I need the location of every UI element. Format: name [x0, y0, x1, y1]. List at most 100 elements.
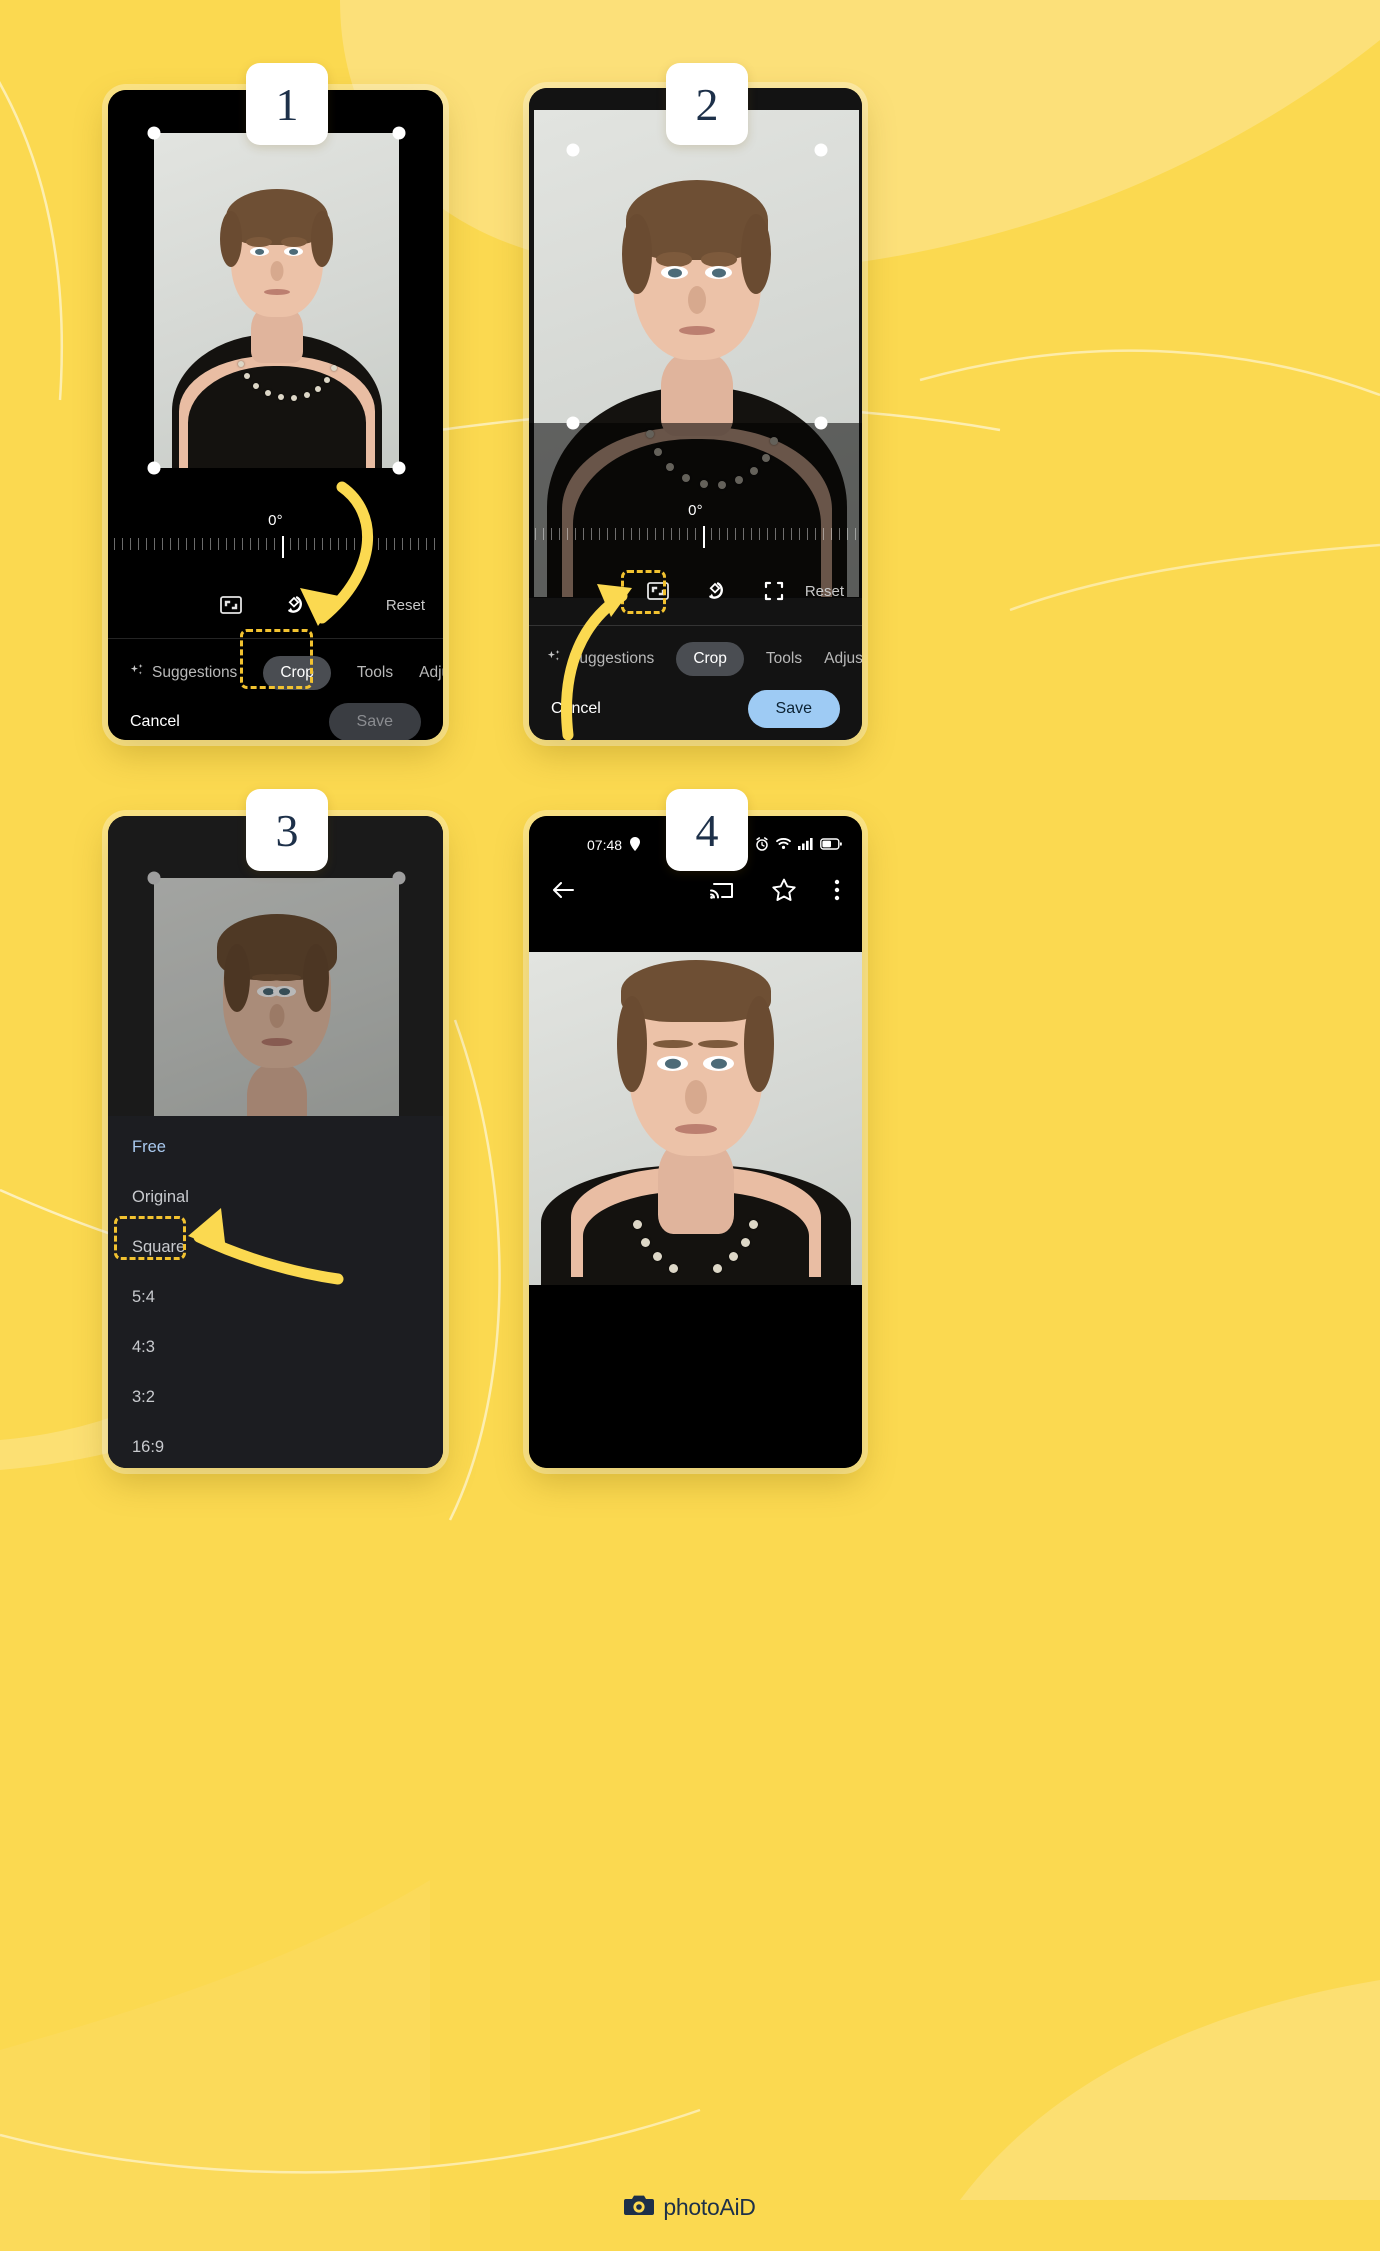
nose [684, 1080, 707, 1114]
necklace-bead [304, 392, 310, 398]
status-time: 07:48 [587, 837, 623, 853]
cast-icon[interactable] [710, 880, 734, 905]
rotation-dial-1[interactable]: 0° [108, 508, 443, 580]
tab-tools[interactable]: Tools [357, 664, 393, 682]
editor-actions-1: Cancel Save [108, 700, 443, 740]
battery-icon [820, 837, 842, 853]
reset-button-2[interactable]: Reset [805, 583, 844, 600]
eyebrow-right [698, 1040, 738, 1048]
expand-corners-icon[interactable] [759, 576, 789, 606]
footer-brand: photoAiD [0, 2185, 1380, 2229]
eyebrow-right [281, 237, 307, 248]
save-button-1[interactable]: Save [328, 703, 421, 740]
necklace-bead [669, 1264, 678, 1273]
necklace-bead [265, 390, 271, 396]
tab-tools[interactable]: Tools [766, 650, 802, 668]
viewer-toolbar-4 [529, 870, 862, 914]
ratio-option-5-4[interactable]: 5:4 [132, 1288, 155, 1307]
portrait-photo-1 [154, 133, 399, 468]
necklace-bead [633, 1220, 642, 1229]
highlight-ratio-square [114, 1216, 186, 1260]
eye-left [250, 247, 269, 256]
brand-name: photoAiD [663, 2193, 756, 2220]
reset-button-1[interactable]: Reset [386, 597, 425, 614]
wifi-icon [776, 837, 791, 853]
ratio-option-16-9[interactable]: 16:9 [132, 1438, 164, 1457]
eye-left [657, 1056, 688, 1071]
phone-panel-4: 07:48 [529, 816, 862, 1468]
ratio-option-original[interactable]: Original [132, 1188, 189, 1207]
hair-left [617, 996, 647, 1092]
step-badge-1: 1 [246, 63, 328, 145]
save-button-2[interactable]: Save [747, 690, 840, 728]
neck [246, 1064, 307, 1116]
rotation-value-1: 0° [268, 512, 283, 529]
hair-right [303, 944, 329, 1012]
alarm-icon [755, 836, 769, 854]
mouth [261, 1038, 292, 1046]
tab-adjust[interactable]: Adjust [824, 650, 862, 668]
mouth [674, 1124, 717, 1134]
ratio-option-4-3[interactable]: 4:3 [132, 1338, 155, 1357]
eye-right [705, 266, 732, 279]
necklace-bead [324, 377, 330, 383]
eyebrow-left [246, 237, 272, 248]
rotation-dial-2[interactable]: 0° [529, 498, 862, 570]
necklace-bead [653, 1252, 662, 1261]
aspect-ratio-icon[interactable] [216, 590, 246, 620]
tab-suggestions[interactable]: Suggestions [547, 649, 654, 669]
overflow-menu-icon[interactable] [834, 879, 840, 906]
rotate-icon[interactable] [280, 590, 310, 620]
signal-icon [798, 837, 813, 853]
ratio-option-free[interactable]: Free [132, 1138, 166, 1157]
necklace-bead [253, 383, 259, 389]
cancel-button-1[interactable]: Cancel [130, 713, 180, 731]
necklace-bead [713, 1264, 722, 1273]
hair-left [224, 944, 250, 1012]
highlight-crop-tab-1 [240, 629, 313, 689]
tab-crop[interactable]: Crop [676, 642, 744, 676]
step-badge-2: 2 [666, 63, 748, 145]
nose [269, 1004, 284, 1028]
mouth [263, 289, 290, 295]
necklace-bead [291, 395, 297, 401]
crop-tools-row-2: Reset [529, 573, 862, 609]
hair-right [744, 996, 774, 1092]
portrait-photo-3 [154, 878, 399, 1116]
result-photo-4 [529, 952, 862, 1285]
tab-label: Suggestions [569, 650, 655, 667]
rotation-ruler-2[interactable] [529, 526, 862, 548]
hair-left [622, 214, 652, 294]
necklace-bead [741, 1238, 750, 1247]
back-arrow-icon[interactable] [551, 880, 575, 905]
eyebrow-left [653, 1040, 693, 1048]
eyebrow-right [701, 252, 737, 267]
hair-left [220, 211, 242, 267]
editor-tabs-2: Suggestions Crop Tools Adjust [529, 636, 862, 682]
tab-label: Suggestions [152, 664, 238, 681]
eye-left [661, 266, 688, 279]
rotate-icon[interactable] [701, 576, 731, 606]
necklace-bead [331, 365, 337, 371]
camera-icon [624, 2193, 655, 2222]
cancel-button-2[interactable]: Cancel [551, 700, 601, 718]
mouth [678, 326, 715, 335]
eye-right [273, 986, 296, 997]
rotation-ruler-1[interactable] [108, 536, 443, 558]
step-badge-3: 3 [246, 789, 328, 871]
eyebrow-left [656, 252, 692, 267]
ratio-option-3-2[interactable]: 3:2 [132, 1388, 155, 1407]
eye-right [284, 247, 303, 256]
necklace-bead [315, 386, 321, 392]
tab-suggestions[interactable]: Suggestions [130, 663, 237, 683]
step-badge-4: 4 [666, 789, 748, 871]
phone-panel-3: Free Original Square 5:4 4:3 3:2 16:9 [108, 816, 443, 1468]
star-icon[interactable] [772, 878, 796, 906]
location-icon [630, 836, 641, 854]
tab-adjust[interactable]: Adjust [419, 664, 443, 682]
nose [687, 286, 706, 314]
nose [270, 261, 283, 281]
necklace-bead [641, 1238, 650, 1247]
screens-stage: 0° Reset Suggestions Crop Tools Adj Canc… [0, 0, 1380, 2251]
necklace-bead [244, 373, 250, 379]
